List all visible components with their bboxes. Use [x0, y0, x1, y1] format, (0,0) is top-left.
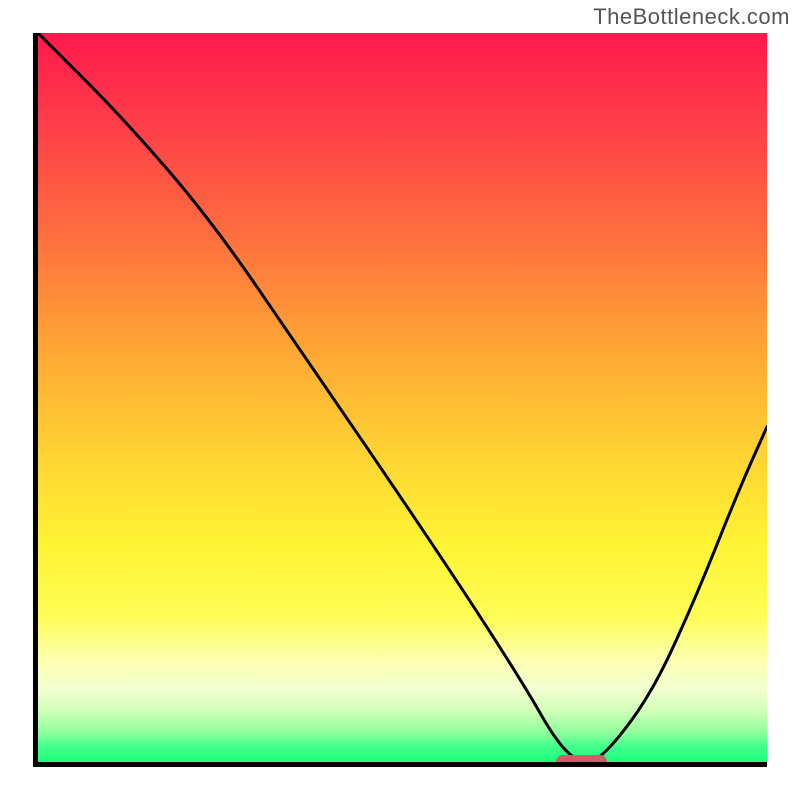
chart-container: TheBottleneck.com — [0, 0, 800, 800]
bottleneck-curve — [38, 33, 767, 762]
plot-area — [33, 33, 767, 767]
watermark-text: TheBottleneck.com — [593, 4, 790, 30]
optimal-marker — [556, 755, 607, 767]
